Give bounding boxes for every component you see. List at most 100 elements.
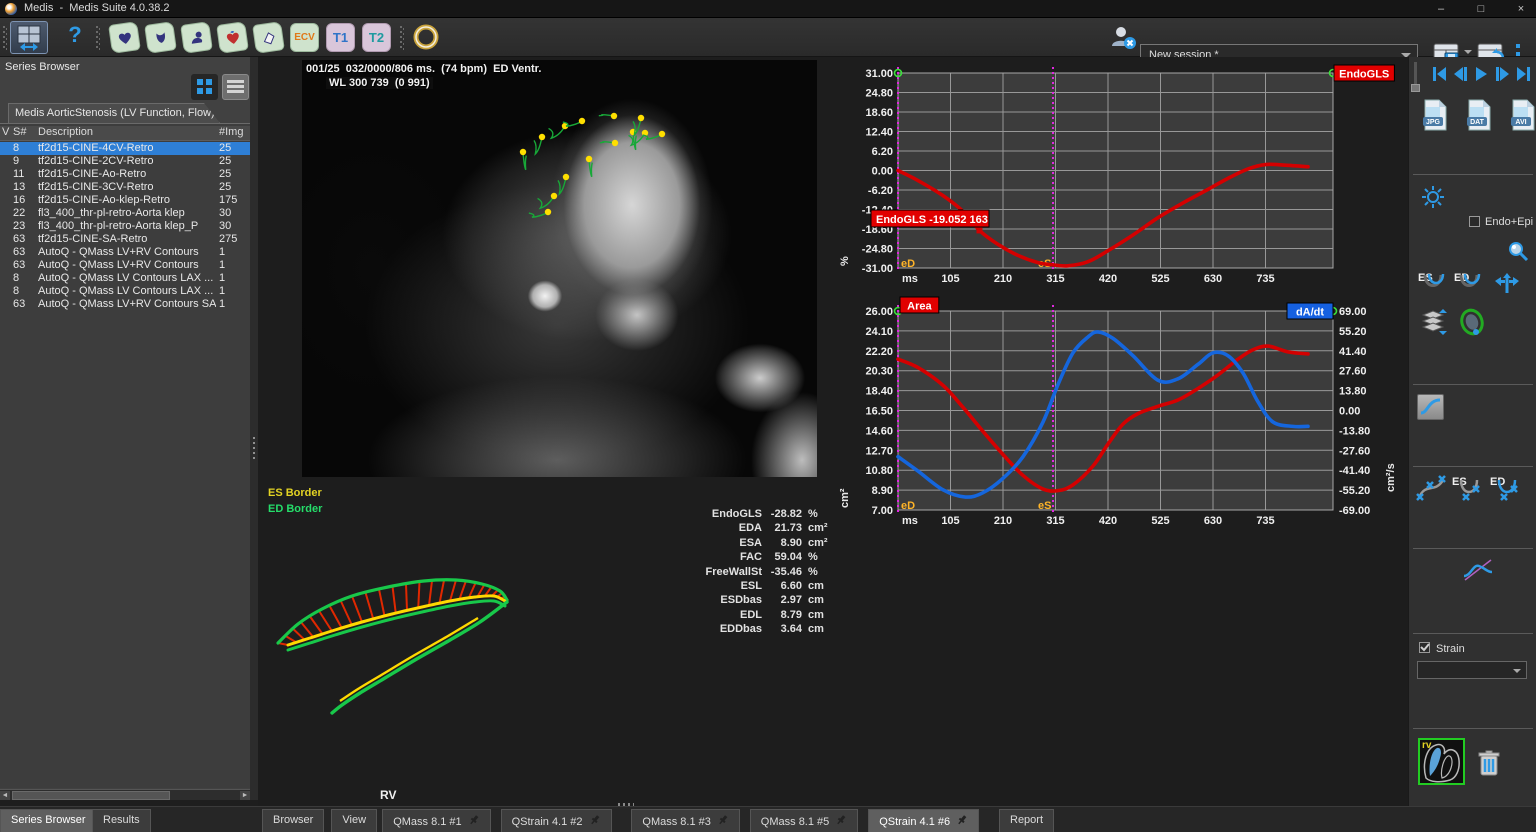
scroll-right-arrow[interactable]: ► bbox=[240, 791, 250, 800]
curve-display-button[interactable] bbox=[1461, 556, 1495, 587]
export-dat-button[interactable]: DAT bbox=[1465, 99, 1493, 134]
series-number: 63 bbox=[13, 259, 31, 271]
column-description[interactable]: Description bbox=[38, 126, 93, 138]
series-table-row[interactable]: 63 AutoQ - QMass LV+RV Contours 1 bbox=[0, 246, 250, 259]
pin-icon[interactable] bbox=[589, 814, 601, 826]
contour-ellipse-button[interactable] bbox=[1457, 307, 1487, 340]
tabbar-handle[interactable] bbox=[618, 803, 634, 806]
workspace-tab-qstrain-4-1-6[interactable]: QStrain 4.1 #6 bbox=[868, 809, 979, 832]
pin-icon[interactable] bbox=[468, 814, 480, 826]
flip-contour-button[interactable] bbox=[1493, 271, 1521, 300]
ecv-app-icon[interactable]: ECV bbox=[290, 23, 319, 52]
workspace-tab-qstrain-4-1-2[interactable]: QStrain 4.1 #2 bbox=[501, 809, 612, 832]
separator bbox=[1413, 466, 1533, 467]
svg-text:AVI: AVI bbox=[1515, 119, 1526, 126]
column-series[interactable]: S# bbox=[13, 126, 26, 138]
series-table-row[interactable]: 9 tf2d15-CINE-2CV-Retro 25 bbox=[0, 155, 250, 168]
strain-checkbox[interactable] bbox=[1419, 642, 1430, 656]
t1-app-icon[interactable]: T1 bbox=[326, 23, 355, 52]
series-description: tf2d15-CINE-Ao-klep-Retro bbox=[38, 194, 216, 206]
chevron-down-icon bbox=[1513, 669, 1521, 677]
previous-frame-button[interactable] bbox=[1452, 65, 1469, 83]
workspace-tab-qmass-8-1-3[interactable]: QMass 8.1 #3 bbox=[631, 809, 739, 832]
series-table-row[interactable]: 16 tf2d15-CINE-Ao-klep-Retro 175 bbox=[0, 194, 250, 207]
propagate-layers-button[interactable] bbox=[1419, 307, 1449, 340]
measurement-value: 21.73 bbox=[774, 522, 802, 534]
series-table-row[interactable]: 8 tf2d15-CINE-4CV-Retro 25 bbox=[0, 142, 250, 155]
series-table-row[interactable]: 63 tf2d15-CINE-SA-Retro 275 bbox=[0, 233, 250, 246]
play-button[interactable] bbox=[1473, 65, 1490, 83]
series-description: tf2d15-CINE-2CV-Retro bbox=[38, 155, 216, 167]
layout-button[interactable] bbox=[10, 21, 48, 54]
cine-image-viewport[interactable]: 001/25 032/0000/806 ms. (74 bpm) ED Vent… bbox=[302, 60, 817, 477]
study-tab[interactable]: Medis AorticStenosis (LV Function, Flow)… bbox=[8, 103, 220, 123]
qmass-app-icon[interactable] bbox=[110, 23, 139, 52]
ring-app-icon[interactable] bbox=[412, 23, 441, 52]
qflow-app-icon[interactable] bbox=[146, 23, 175, 52]
series-table-row[interactable]: 23 fl3_400_thr-pl-retro-Aorta klep_P 30 bbox=[0, 220, 250, 233]
horizontal-scrollbar[interactable]: ◄ ► bbox=[0, 789, 250, 800]
last-frame-button[interactable] bbox=[1515, 65, 1532, 83]
qheart-app-icon[interactable] bbox=[218, 23, 247, 52]
series-table-row[interactable]: 63 AutoQ - QMass LV+RV Contours 1 bbox=[0, 259, 250, 272]
panel-tab-series-browser[interactable]: Series Browser bbox=[0, 809, 97, 832]
workspace-tab-qmass-8-1-5[interactable]: QMass 8.1 #5 bbox=[750, 809, 858, 832]
qlax-app-icon[interactable] bbox=[254, 23, 283, 52]
edit-ed-points-button[interactable]: ED bbox=[1489, 474, 1523, 507]
column-v[interactable]: V bbox=[2, 126, 10, 138]
magnifier-icon[interactable] bbox=[1507, 241, 1529, 266]
strain-type-dropdown[interactable] bbox=[1417, 661, 1527, 679]
rv-analysis-thumbnail[interactable]: rv bbox=[1418, 738, 1465, 785]
panel-splitter[interactable] bbox=[250, 57, 258, 800]
help-button[interactable]: ? bbox=[62, 22, 88, 52]
endogls-chart[interactable]: 31.0024.8018.6012.406.200.00-6.20-12.40-… bbox=[836, 58, 1400, 294]
series-table-header[interactable]: V S# Description #Img bbox=[0, 126, 250, 141]
close-button[interactable]: × bbox=[1514, 3, 1528, 15]
pin-icon[interactable] bbox=[717, 814, 729, 826]
slider-handle[interactable] bbox=[1411, 84, 1420, 92]
delete-analysis-button[interactable] bbox=[1477, 749, 1501, 780]
ed-contour-button[interactable]: ED bbox=[1453, 269, 1485, 302]
edit-es-points-button[interactable]: ES bbox=[1451, 474, 1485, 507]
workspace-tab-browser[interactable]: Browser bbox=[262, 809, 324, 832]
session-user-icon[interactable] bbox=[1108, 22, 1138, 55]
minimize-button[interactable]: – bbox=[1434, 3, 1448, 15]
series-table-row[interactable]: 8 AutoQ - QMass LV Contours LAX ... 1 bbox=[0, 272, 250, 285]
es-contour-button[interactable]: ES bbox=[1417, 269, 1449, 302]
splitter-handle[interactable] bbox=[253, 437, 255, 459]
series-table-row[interactable]: 13 tf2d15-CINE-3CV-Retro 25 bbox=[0, 181, 250, 194]
grid-view-button[interactable] bbox=[191, 74, 218, 100]
export-avi-button[interactable]: AVI bbox=[1509, 99, 1536, 134]
strain-contour-figure[interactable] bbox=[258, 540, 558, 730]
edit-points-button[interactable] bbox=[1415, 474, 1447, 507]
column-img-count[interactable]: #Img bbox=[219, 126, 243, 138]
series-table-row[interactable]: 11 tf2d15-CINE-Ao-Retro 25 bbox=[0, 168, 250, 181]
scroll-left-arrow[interactable]: ◄ bbox=[0, 791, 10, 800]
scrollbar-thumb[interactable] bbox=[12, 791, 170, 800]
series-table-row[interactable]: 8 AutoQ - QMass LV Contours LAX ... 1 bbox=[0, 285, 250, 298]
workspace-tab-report[interactable]: Report bbox=[999, 809, 1054, 832]
t2-app-icon[interactable]: T2 bbox=[362, 23, 391, 52]
export-jpg-button[interactable]: JPG bbox=[1421, 99, 1449, 134]
series-table-row[interactable]: 22 fl3_400_thr-pl-retro-Aorta klep 30 bbox=[0, 207, 250, 220]
workspace-tab-view[interactable]: View bbox=[331, 809, 377, 832]
speed-slider[interactable] bbox=[1414, 62, 1417, 92]
next-frame-button[interactable] bbox=[1494, 65, 1511, 83]
series-table-row[interactable]: 63 AutoQ - QMass LV+RV Contours SAX 1 bbox=[0, 298, 250, 311]
pin-icon[interactable] bbox=[956, 814, 968, 826]
separator bbox=[1413, 174, 1533, 175]
first-frame-button[interactable] bbox=[1431, 65, 1448, 83]
area-dadt-chart[interactable]: 26.0069.0024.1055.2022.2041.4020.3027.60… bbox=[836, 292, 1400, 532]
endo-epi-checkbox[interactable] bbox=[1469, 216, 1480, 230]
pin-icon[interactable] bbox=[835, 814, 847, 826]
qstrain-app-icon[interactable] bbox=[182, 23, 211, 52]
panel-tab-results[interactable]: Results bbox=[92, 809, 151, 832]
curve-smoothing-button[interactable] bbox=[1417, 394, 1444, 420]
series-description: tf2d15-CINE-3CV-Retro bbox=[38, 181, 216, 193]
list-view-button[interactable] bbox=[222, 74, 249, 100]
workspace-tab-qmass-8-1-1[interactable]: QMass 8.1 #1 bbox=[382, 809, 490, 832]
contour-tracking-points[interactable] bbox=[302, 60, 817, 477]
brightness-button[interactable] bbox=[1421, 185, 1445, 212]
maximize-button[interactable]: □ bbox=[1474, 3, 1488, 15]
svg-text:24.10: 24.10 bbox=[865, 326, 893, 338]
